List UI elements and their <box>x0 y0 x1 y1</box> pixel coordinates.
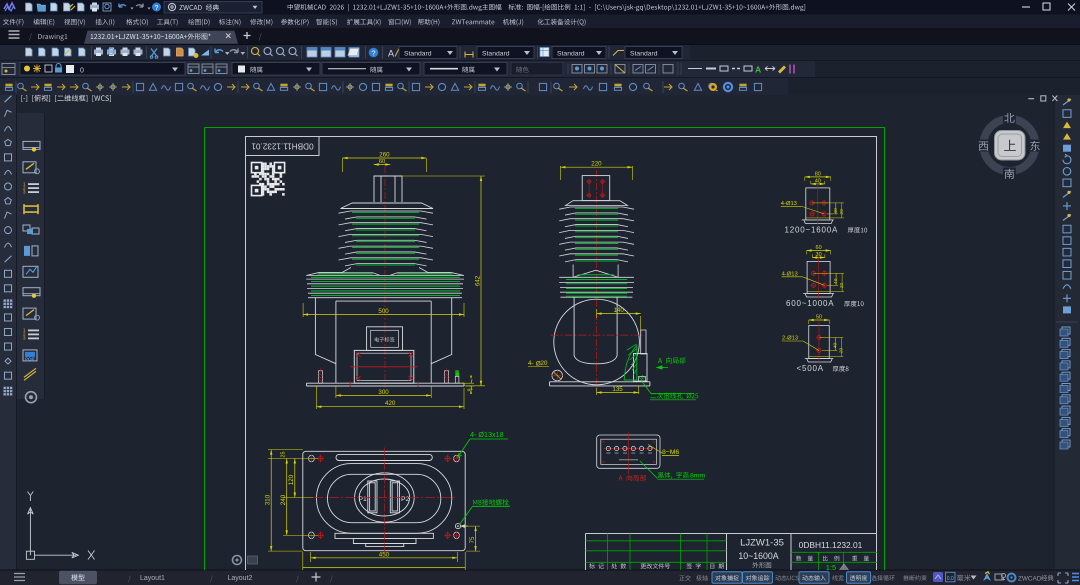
svg-text:240: 240 <box>280 494 287 505</box>
svg-text:20: 20 <box>839 283 845 289</box>
svg-text:600~1000A: 600~1000A <box>786 299 834 308</box>
svg-text:450: 450 <box>379 551 390 558</box>
svg-text:1200~1600A: 1200~1600A <box>785 225 839 234</box>
svg-text:20: 20 <box>839 209 845 215</box>
svg-text:4-Ø13: 4-Ø13 <box>781 201 797 207</box>
svg-text:0DBH11.1232.01: 0DBH11.1232.01 <box>251 142 314 151</box>
svg-text:8−M6: 8−M6 <box>662 449 679 456</box>
svg-text:642: 642 <box>475 275 482 286</box>
svg-text:420: 420 <box>385 400 396 407</box>
svg-text:60: 60 <box>379 159 385 165</box>
svg-text:20: 20 <box>838 348 844 354</box>
svg-text:2-Ø13: 2-Ø13 <box>782 336 798 342</box>
svg-text:500: 500 <box>378 308 389 315</box>
svg-text:60: 60 <box>816 245 822 251</box>
svg-text:A: A <box>388 49 394 59</box>
svg-text:8mm: 8mm <box>690 473 705 480</box>
svg-text:?: ? <box>371 48 375 57</box>
svg-text:Layout2: Layout2 <box>228 575 253 582</box>
svg-text:PQP: PQP <box>25 356 35 361</box>
svg-text:260: 260 <box>379 152 390 159</box>
svg-text:0.0: 0.0 <box>947 576 954 582</box>
svg-text:Layout1: Layout1 <box>140 575 165 582</box>
svg-text:120: 120 <box>288 474 295 485</box>
svg-text:4-Ø13: 4-Ø13 <box>782 271 798 277</box>
svg-text:4-: 4- <box>528 360 534 367</box>
svg-text:Standard: Standard <box>404 50 432 57</box>
svg-text:LJZW1-35: LJZW1-35 <box>740 538 784 549</box>
svg-text:75: 75 <box>469 536 476 543</box>
svg-text:Standard: Standard <box>557 50 585 57</box>
svg-text:40: 40 <box>833 208 839 214</box>
svg-text:0DBH11.1232.01: 0DBH11.1232.01 <box>799 540 863 550</box>
svg-text:0: 0 <box>80 68 84 75</box>
svg-text:50: 50 <box>816 315 822 321</box>
svg-text:300: 300 <box>378 389 389 396</box>
svg-text:80: 80 <box>815 171 821 177</box>
svg-text:P2: P2 <box>401 496 410 503</box>
svg-text:30: 30 <box>816 252 822 258</box>
svg-text:1:5: 1:5 <box>826 563 836 572</box>
svg-text:135: 135 <box>612 386 623 393</box>
svg-text:8: 8 <box>468 388 474 391</box>
svg-text:140: 140 <box>613 307 624 314</box>
svg-text:25: 25 <box>280 452 286 458</box>
svg-text:40: 40 <box>833 278 839 284</box>
svg-text:P1: P1 <box>359 496 368 503</box>
svg-text:20: 20 <box>541 360 548 367</box>
svg-text:?: ? <box>155 5 159 12</box>
svg-text:310: 310 <box>265 494 272 505</box>
svg-text:40: 40 <box>815 178 821 184</box>
svg-text:4- Ø13x18: 4- Ø13x18 <box>470 430 504 439</box>
svg-text:Standard: Standard <box>630 50 658 57</box>
svg-text:10~1600A: 10~1600A <box>738 551 778 561</box>
svg-text:Standard: Standard <box>482 50 510 57</box>
svg-text:40: 40 <box>832 343 838 349</box>
svg-text:ZWCAD: ZWCAD <box>1018 575 1042 582</box>
svg-text:A: A <box>755 65 761 75</box>
svg-text:220: 220 <box>591 161 602 168</box>
svg-text:<500A: <500A <box>797 364 824 373</box>
